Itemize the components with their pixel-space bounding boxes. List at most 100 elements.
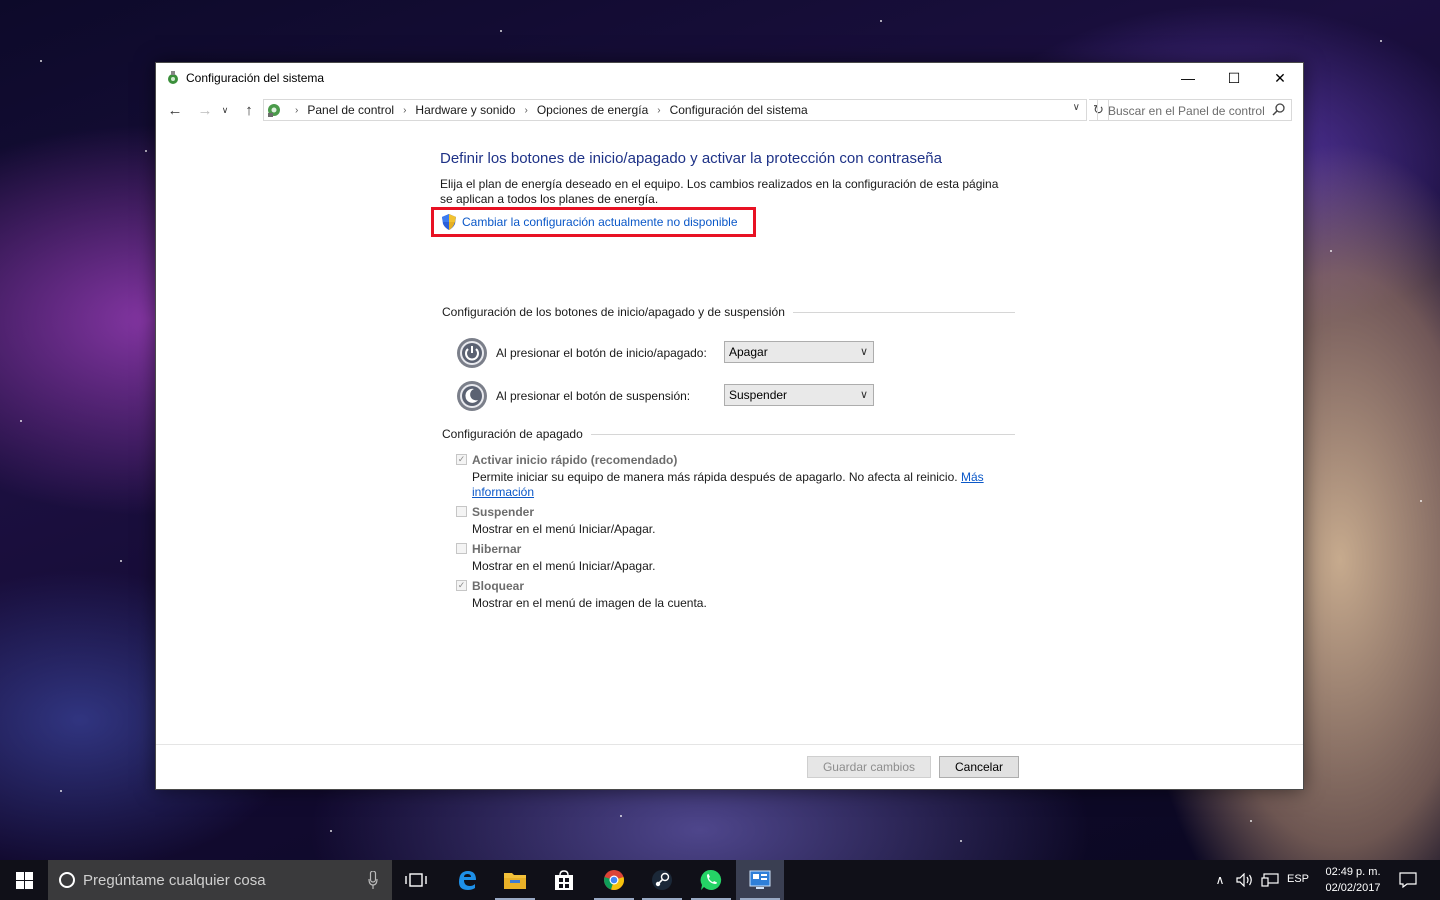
control-panel-taskbar-button[interactable] bbox=[736, 860, 784, 900]
chevron-down-icon: ∨ bbox=[221, 104, 229, 115]
cancel-button[interactable]: Cancelar bbox=[939, 756, 1019, 778]
address-dropdown-icon[interactable]: ∨ bbox=[1073, 102, 1080, 113]
buttons-section-title: Configuración de los botones de inicio/a… bbox=[442, 305, 785, 319]
save-changes-button[interactable]: Guardar cambios bbox=[807, 756, 931, 778]
fast-startup-description: Permite iniciar su equipo de manera más … bbox=[472, 470, 992, 500]
close-button[interactable]: ✕ bbox=[1257, 63, 1303, 93]
recent-locations-button[interactable]: ∨ bbox=[219, 101, 231, 119]
task-view-button[interactable] bbox=[392, 860, 440, 900]
system-settings-window: Configuración del sistema — ☐ ✕ ← → ∨ ↑ … bbox=[155, 62, 1304, 790]
maximize-icon: ☐ bbox=[1227, 69, 1241, 86]
option-fast-startup: ✓ Activar inicio rápido (recomendado) Pe… bbox=[456, 453, 996, 499]
whatsapp-taskbar-button[interactable] bbox=[687, 860, 735, 900]
whatsapp-icon bbox=[700, 869, 722, 890]
sleep-button-action-select[interactable]: Suspender ∨ bbox=[724, 384, 874, 406]
sleep-button-icon bbox=[457, 381, 487, 411]
option-hibernate: Hibernar Mostrar en el menú Iniciar/Apag… bbox=[456, 542, 996, 574]
fast-startup-desc-text: Permite iniciar su equipo de manera más … bbox=[472, 470, 958, 484]
maximize-button[interactable]: ☐ bbox=[1211, 63, 1257, 93]
sleep-button-row: Al presionar el botón de suspensión: Sus… bbox=[456, 380, 876, 412]
cortana-search-box[interactable]: Pregúntame cualquier cosa bbox=[48, 860, 392, 900]
chrome-taskbar-button[interactable] bbox=[590, 860, 638, 900]
steam-taskbar-button[interactable] bbox=[638, 860, 686, 900]
chevron-down-icon: ∨ bbox=[859, 346, 868, 358]
sleep-button-action-value: Suspender bbox=[729, 388, 788, 402]
hibernate-option-label: Hibernar bbox=[472, 542, 522, 556]
back-button[interactable]: ← bbox=[165, 101, 185, 119]
start-button[interactable] bbox=[0, 860, 48, 900]
forward-button[interactable]: → bbox=[195, 101, 215, 119]
control-panel-icon bbox=[268, 104, 280, 117]
power-button-icon bbox=[457, 338, 487, 368]
up-arrow-icon: ↑ bbox=[245, 101, 253, 119]
lock-option-description: Mostrar en el menú de imagen de la cuent… bbox=[472, 596, 707, 610]
fast-startup-label: Activar inicio rápido (recomendado) bbox=[472, 453, 678, 467]
input-language-indicator[interactable]: ESP bbox=[1287, 873, 1309, 885]
breadcrumb-system-settings[interactable]: Configuración del sistema bbox=[670, 103, 808, 117]
sleep-option-label: Suspender bbox=[472, 505, 535, 519]
uac-shield-icon bbox=[442, 214, 456, 230]
steam-icon bbox=[652, 870, 672, 890]
volume-icon bbox=[1236, 873, 1252, 887]
file-explorer-icon bbox=[504, 873, 526, 889]
search-box[interactable] bbox=[1097, 99, 1292, 121]
buttons-section-header: Configuración de los botones de inicio/a… bbox=[442, 305, 1015, 319]
search-input[interactable] bbox=[1106, 101, 1275, 121]
hibernate-checkbox[interactable] bbox=[456, 543, 467, 554]
section-divider bbox=[792, 311, 1015, 313]
shutdown-section-title: Configuración de apagado bbox=[442, 427, 583, 441]
network-icon bbox=[1261, 873, 1279, 887]
address-bar[interactable]: › Panel de control › Hardware y sonido ›… bbox=[263, 99, 1087, 121]
lock-checkbox[interactable]: ✓ bbox=[456, 580, 467, 591]
windows-logo-icon bbox=[15, 871, 33, 889]
option-lock: ✓ Bloquear Mostrar en el menú de imagen … bbox=[456, 579, 996, 611]
close-icon: ✕ bbox=[1274, 69, 1286, 86]
breadcrumb-power-options[interactable]: Opciones de energía bbox=[537, 103, 648, 117]
breadcrumb-separator-icon: › bbox=[403, 104, 407, 116]
change-unavailable-settings-link[interactable]: Cambiar la configuración actualmente no … bbox=[431, 207, 756, 237]
breadcrumb-separator-icon: › bbox=[295, 104, 299, 116]
edge-taskbar-button[interactable] bbox=[443, 860, 491, 900]
up-button[interactable]: ↑ bbox=[239, 101, 259, 119]
chrome-icon bbox=[604, 870, 624, 890]
page-title: Definir los botones de inicio/apagado y … bbox=[440, 150, 942, 167]
breadcrumb-control-panel[interactable]: Panel de control bbox=[307, 103, 394, 117]
show-hidden-icons-button[interactable]: ∧ bbox=[1210, 860, 1230, 900]
title-bar[interactable]: Configuración del sistema — ☐ ✕ bbox=[156, 63, 1303, 93]
fast-startup-checkbox[interactable]: ✓ bbox=[456, 454, 467, 465]
sleep-button-label: Al presionar el botón de suspensión: bbox=[496, 389, 691, 403]
sleep-option-description: Mostrar en el menú Iniciar/Apagar. bbox=[472, 522, 656, 536]
power-button-action-select[interactable]: Apagar ∨ bbox=[724, 341, 874, 363]
sleep-checkbox[interactable] bbox=[456, 506, 467, 517]
change-link-label[interactable]: Cambiar la configuración actualmente no … bbox=[462, 215, 738, 229]
file-explorer-taskbar-button[interactable] bbox=[491, 860, 539, 900]
clock[interactable]: 02:49 p. m. 02/02/2017 bbox=[1318, 864, 1388, 896]
microphone-icon[interactable] bbox=[368, 871, 378, 889]
option-sleep: Suspender Mostrar en el menú Iniciar/Apa… bbox=[456, 505, 996, 537]
volume-button[interactable] bbox=[1234, 860, 1256, 900]
breadcrumb-separator-icon: › bbox=[524, 104, 528, 116]
notifications-icon bbox=[1399, 872, 1417, 888]
address-row: ← → ∨ ↑ › Panel de control › Hardware y … bbox=[156, 93, 1303, 127]
main-content: Definir los botones de inicio/apagado y … bbox=[156, 127, 1303, 745]
page-description: Elija el plan de energía deseado en el e… bbox=[440, 177, 999, 206]
breadcrumb-hardware-sound[interactable]: Hardware y sonido bbox=[415, 103, 515, 117]
action-center-button[interactable] bbox=[1394, 860, 1422, 900]
search-icon[interactable] bbox=[1272, 103, 1285, 116]
window-title: Configuración del sistema bbox=[186, 71, 325, 85]
section-divider bbox=[590, 433, 1015, 435]
chevron-up-icon: ∧ bbox=[1215, 873, 1225, 887]
clock-time: 02:49 p. m. bbox=[1325, 866, 1381, 878]
power-button-row: Al presionar el botón de inicio/apagado:… bbox=[456, 337, 876, 369]
breadcrumb-separator-icon: › bbox=[657, 104, 661, 116]
chevron-down-icon: ∨ bbox=[859, 389, 868, 401]
shutdown-section-header: Configuración de apagado bbox=[442, 427, 1015, 441]
network-button[interactable] bbox=[1259, 860, 1281, 900]
store-taskbar-button[interactable] bbox=[540, 860, 588, 900]
cortana-placeholder: Pregúntame cualquier cosa bbox=[83, 871, 266, 889]
task-view-icon bbox=[405, 873, 427, 887]
edge-icon bbox=[459, 871, 476, 890]
minimize-button[interactable]: — bbox=[1165, 63, 1211, 93]
hibernate-option-description: Mostrar en el menú Iniciar/Apagar. bbox=[472, 559, 656, 573]
power-options-app-icon bbox=[168, 71, 178, 84]
